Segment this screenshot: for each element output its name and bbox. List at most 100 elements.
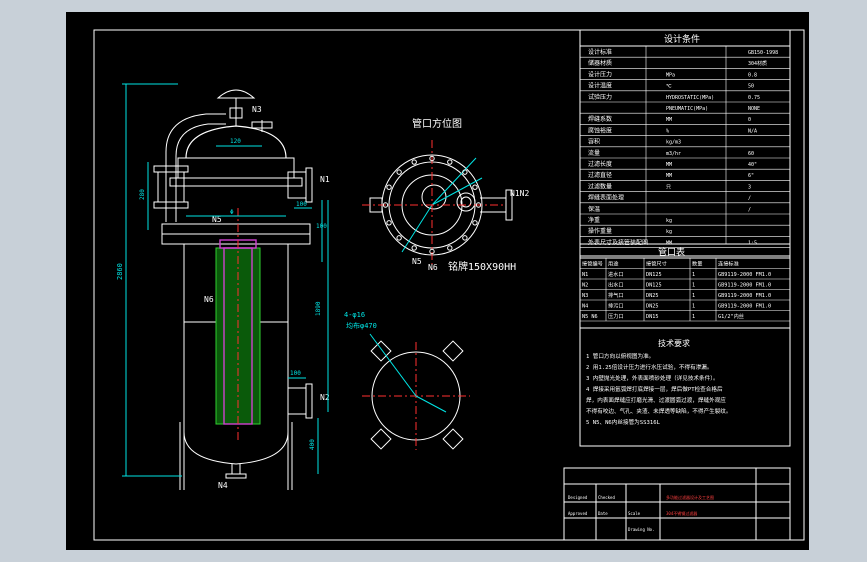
design-row-unit: ℃ xyxy=(666,84,672,90)
design-row-value: 0 xyxy=(748,117,751,123)
bolt-hole xyxy=(411,245,417,251)
nozzle-cell: N1 xyxy=(582,272,588,278)
design-row-key: 储器材质 xyxy=(588,59,612,67)
tech-line: 1 管口方向以俯视图为准。 xyxy=(586,352,654,360)
label-n1: N1 xyxy=(320,175,330,184)
tech-line: 5 N5、N6内丝接管为SS316L xyxy=(586,418,661,426)
bolt-hole xyxy=(447,245,453,251)
nozzle-cell: DN25 xyxy=(646,293,659,299)
design-row-unit: kg xyxy=(666,218,672,224)
design-row-value: 40" xyxy=(748,162,757,168)
design-row-key: 流量 xyxy=(588,149,600,157)
design-row-key: 焊缝表面处理 xyxy=(588,194,624,202)
nozzle-header-cell: 接管尺寸 xyxy=(646,260,667,268)
bolt-hole xyxy=(472,184,478,190)
dim-overall-height: 2860 xyxy=(116,263,124,280)
nozzle-cell: 1 xyxy=(692,272,695,278)
dim-flange: 100 xyxy=(316,223,327,230)
design-row-key: 容积 xyxy=(588,138,600,146)
nozzle-table: 管口表 接管编号 用途 接管尺寸 数量 连接标准 N1 进水口 DN125 1 GB9119-20… xyxy=(579,243,791,329)
nozzle-cell: N2 xyxy=(582,283,588,289)
label-n3: N3 xyxy=(252,105,262,114)
orientation-title: 管口方位图 xyxy=(412,117,462,130)
tech-title: 技术要求 xyxy=(658,338,690,348)
design-row-unit: kg xyxy=(666,229,672,235)
tb-scale: Scale xyxy=(628,511,641,516)
design-row-value: 60 xyxy=(748,151,754,157)
design-row-key: 过滤长度 xyxy=(588,160,612,168)
dim-bolt-holes: 4-φ16 xyxy=(344,311,365,319)
tech-line: 焊，内表面焊缝应打磨光滑、过渡圆弧过渡，焊缝外观应 xyxy=(586,396,726,404)
tb-approved: Approved xyxy=(568,511,588,516)
nameplate-label: 铭牌150X90HH xyxy=(448,260,516,273)
bolt-hole xyxy=(411,159,417,165)
tb-designed: Designed xyxy=(568,495,588,500)
dim-diameter: Φ xyxy=(230,209,234,216)
tech-line: 4 焊接采用氩弧焊打底焊接一层，焊后做PT检查合格后 xyxy=(586,385,723,393)
design-row-unit: % xyxy=(666,128,669,134)
design-row-unit: MM xyxy=(666,173,672,179)
bolt-hole xyxy=(462,235,468,241)
bolt-hole xyxy=(386,184,392,190)
nozzle-cell: 压力口 xyxy=(608,312,624,320)
dim-head: 280 xyxy=(139,189,146,200)
nozzle-header-cell: 数量 xyxy=(692,260,702,268)
nozzle-cell: 1 xyxy=(692,314,695,320)
nozzle-header-cell: 接管编号 xyxy=(582,260,603,268)
tb-drawing-title: 304不锈钢过滤器 xyxy=(666,510,697,516)
label-n1n2: N1N2 xyxy=(510,189,529,198)
design-row-value: 6" xyxy=(748,173,754,179)
dim-bolt-circle: 均布φ470 xyxy=(346,321,377,330)
design-row-unit: MM xyxy=(666,240,672,246)
nozzle-cell: 排污口 xyxy=(608,302,624,310)
design-row-key: 外表尺寸及接管装配图 xyxy=(588,238,648,246)
nozzle-cell: N4 xyxy=(582,304,588,310)
title-block: Approved Designed Checked Date Scale Dra… xyxy=(563,467,791,541)
design-row-key: 腐蚀裕度 xyxy=(588,126,612,134)
tb-checked: Checked xyxy=(598,495,615,500)
design-row-value: / xyxy=(748,196,751,202)
nozzle-orientation-view: 管口方位图 N1N2 N5 N6 铭牌150X90HH xyxy=(362,117,529,273)
design-row-unit: MPa xyxy=(666,72,675,78)
design-row-value: 3 xyxy=(748,184,751,190)
nozzle-cell: DN15 xyxy=(646,314,659,320)
tb-project: 多功能过滤器设计及工艺图 xyxy=(666,494,714,500)
dim-bottom: 400 xyxy=(309,439,316,450)
design-row-key: 过滤直径 xyxy=(588,171,612,179)
bolt-hole xyxy=(396,169,402,175)
nozzle-cell: 排气口 xyxy=(608,291,624,299)
design-row-value: 1:5 xyxy=(748,240,757,246)
design-row-key: 试验压力 xyxy=(588,93,612,101)
nozzle-table-title: 管口表 xyxy=(658,246,685,258)
nozzle-cell: 进水口 xyxy=(608,270,624,278)
design-row-key: 设计压力 xyxy=(588,70,612,78)
nozzle-cell: N5 N6 xyxy=(582,314,598,320)
base-leg-view: 4-φ16 均布φ470 xyxy=(344,311,470,450)
cad-drawing: N3 N4 N1 N2 N5 N6 2860 280 120 100 100 1… xyxy=(93,29,805,541)
drawing-sheet: N3 N4 N1 N2 N5 N6 2860 280 120 100 100 1… xyxy=(66,12,809,550)
nozzle-cell: G1/2"内丝 xyxy=(718,312,744,320)
design-row-unit: kg/m3 xyxy=(666,140,681,146)
design-row-value: 304材质 xyxy=(748,60,767,67)
design-table-title: 设计条件 xyxy=(664,33,700,45)
design-row-unit: MM xyxy=(666,117,672,123)
design-row-key: 保温 xyxy=(588,205,600,213)
design-row-value: N/A xyxy=(748,128,757,134)
design-row-unit: 只 xyxy=(666,184,671,190)
design-row-key: 设计标准 xyxy=(588,48,612,56)
tb-date: Date xyxy=(598,511,608,516)
technical-requirements: 技术要求 1 管口方向以俯视图为准。 2 用1.25倍设计压力进行水压试验，不得有… xyxy=(579,327,791,447)
label-n4: N4 xyxy=(218,481,228,490)
nozzle-cell: GB9119-2000 FM1.0 xyxy=(718,272,771,278)
design-row-value: GB150-1998 xyxy=(748,50,778,56)
nozzle-header-cell: 连接标准 xyxy=(718,260,739,268)
design-row-value: 50 xyxy=(748,84,754,90)
design-row-value: 0.75 xyxy=(748,95,760,101)
nozzle-cell: 1 xyxy=(692,293,695,299)
dim-n2-proj: 100 xyxy=(290,370,301,377)
nozzle-header-cell: 用途 xyxy=(608,260,619,268)
bolt-hole xyxy=(472,220,478,226)
design-row-unit: m3/hr xyxy=(666,151,681,157)
dim-n1-proj: 100 xyxy=(296,201,307,208)
design-row-unit: PNEUMATIC(MPa) xyxy=(666,106,708,112)
